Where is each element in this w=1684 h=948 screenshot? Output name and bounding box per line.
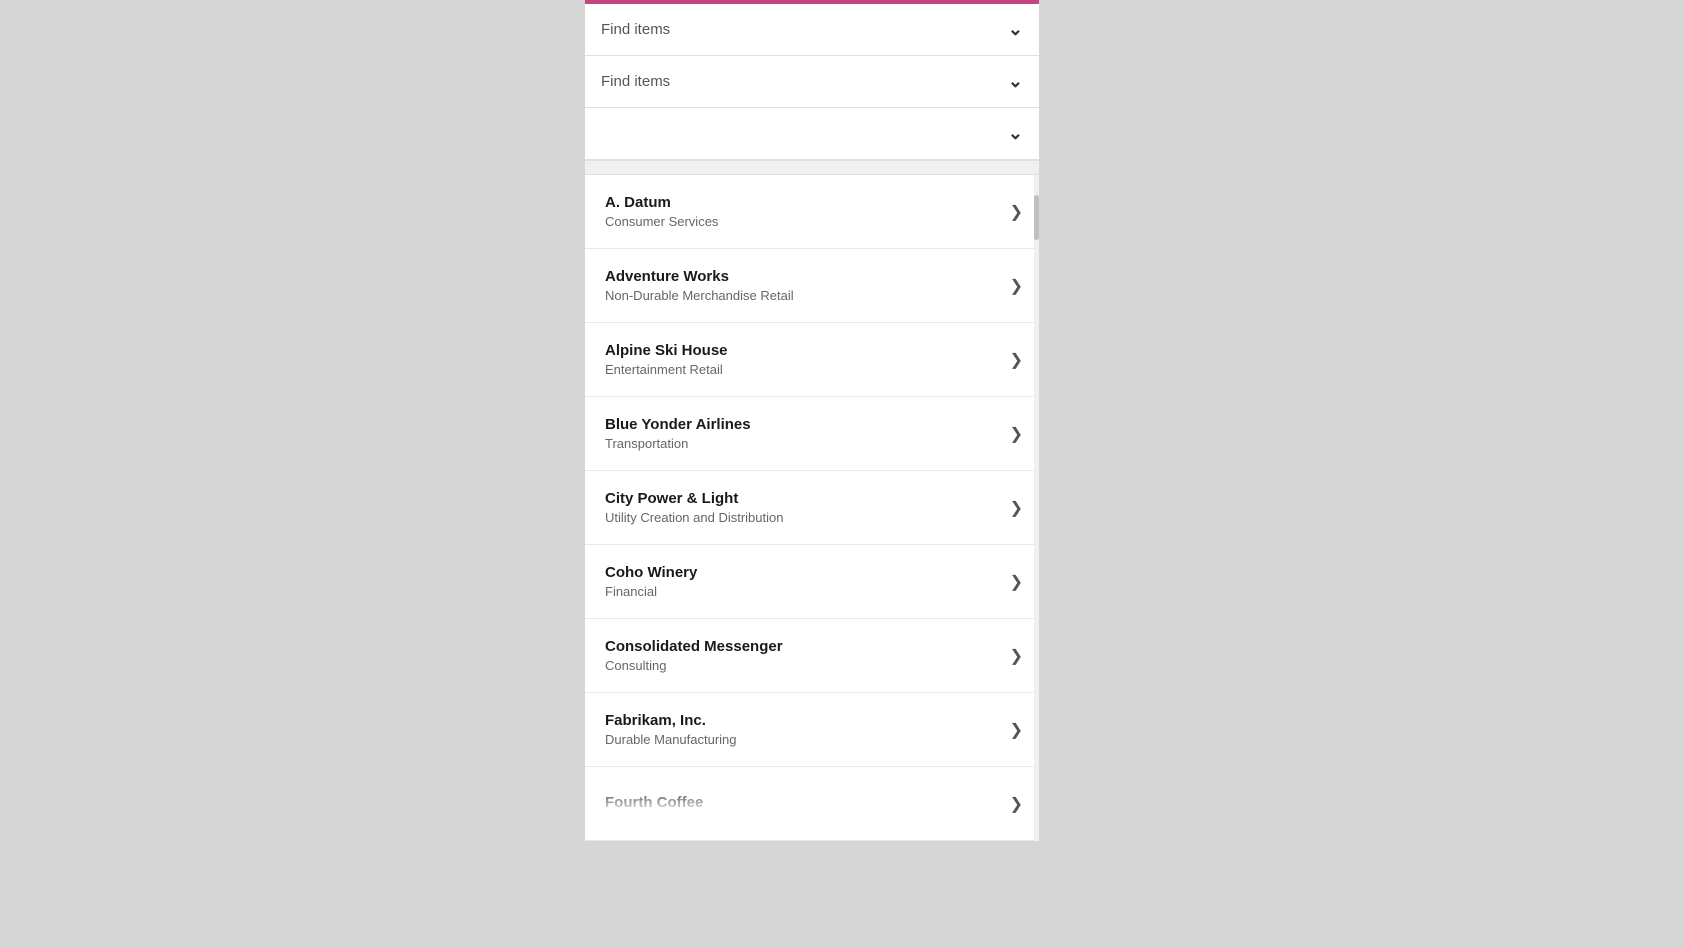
list-item-subtitle-fabrikam-inc: Durable Manufacturing	[605, 732, 1002, 747]
list-item-title-adventure-works: Adventure Works	[605, 268, 1002, 285]
arrow-right-icon-alpine-ski-house: ❯	[1010, 350, 1023, 370]
list-item-subtitle-consolidated-messenger: Consulting	[605, 658, 1002, 673]
scrollbar-thumb[interactable]	[1034, 195, 1039, 240]
scrollbar-track	[1034, 175, 1039, 841]
list-item-subtitle-blue-yonder-airlines: Transportation	[605, 436, 1002, 451]
filter-row-3[interactable]: ⌄	[585, 108, 1039, 160]
list-item-content-fabrikam-inc: Fabrikam, Inc. Durable Manufacturing	[605, 712, 1002, 747]
list-item-content-adventure-works: Adventure Works Non-Durable Merchandise …	[605, 268, 1002, 303]
list-item-fabrikam-inc[interactable]: Fabrikam, Inc. Durable Manufacturing ❯	[585, 693, 1039, 767]
arrow-right-icon-fabrikam-inc: ❯	[1010, 720, 1023, 740]
list-item-content-coho-winery: Coho Winery Financial	[605, 564, 1002, 599]
list-item-content-a-datum: A. Datum Consumer Services	[605, 194, 1002, 229]
list-item-content-fourth-coffee: Fourth Coffee	[605, 794, 1002, 814]
arrow-right-icon-city-power-light: ❯	[1010, 498, 1023, 518]
list-item-content-consolidated-messenger: Consolidated Messenger Consulting	[605, 638, 1002, 673]
list-item-subtitle-adventure-works: Non-Durable Merchandise Retail	[605, 288, 1002, 303]
list-item-city-power-light[interactable]: City Power & Light Utility Creation and …	[585, 471, 1039, 545]
chevron-down-icon-2: ⌄	[1008, 71, 1023, 92]
list-item-title-alpine-ski-house: Alpine Ski House	[605, 342, 1002, 359]
arrow-right-icon-blue-yonder-airlines: ❯	[1010, 424, 1023, 444]
arrow-right-icon-coho-winery: ❯	[1010, 572, 1023, 592]
section-separator	[585, 161, 1039, 175]
list-item-title-fabrikam-inc: Fabrikam, Inc.	[605, 712, 1002, 729]
list-item-title-a-datum: A. Datum	[605, 194, 1002, 211]
filter-row-2[interactable]: Find items ⌄	[585, 56, 1039, 108]
list-item-title-city-power-light: City Power & Light	[605, 490, 1002, 507]
list-item-subtitle-alpine-ski-house: Entertainment Retail	[605, 362, 1002, 377]
filter-placeholder-2: Find items	[601, 73, 670, 90]
list-item-alpine-ski-house[interactable]: Alpine Ski House Entertainment Retail ❯	[585, 323, 1039, 397]
arrow-right-icon-a-datum: ❯	[1010, 202, 1023, 222]
list-item-fourth-coffee[interactable]: Fourth Coffee ❯	[585, 767, 1039, 841]
filter-section: Find items ⌄ Find items ⌄ ⌄	[585, 4, 1039, 161]
list-item-content-alpine-ski-house: Alpine Ski House Entertainment Retail	[605, 342, 1002, 377]
list-item-consolidated-messenger[interactable]: Consolidated Messenger Consulting ❯	[585, 619, 1039, 693]
list-item-adventure-works[interactable]: Adventure Works Non-Durable Merchandise …	[585, 249, 1039, 323]
arrow-right-icon-adventure-works: ❯	[1010, 276, 1023, 296]
filter-placeholder-1: Find items	[601, 21, 670, 38]
list-section: A. Datum Consumer Services ❯ Adventure W…	[585, 175, 1039, 841]
list-item-subtitle-coho-winery: Financial	[605, 584, 1002, 599]
list-item-title-coho-winery: Coho Winery	[605, 564, 1002, 581]
list-item-blue-yonder-airlines[interactable]: Blue Yonder Airlines Transportation ❯	[585, 397, 1039, 471]
filter-row-1[interactable]: Find items ⌄	[585, 4, 1039, 56]
list-item-content-city-power-light: City Power & Light Utility Creation and …	[605, 490, 1002, 525]
list-item-content-blue-yonder-airlines: Blue Yonder Airlines Transportation	[605, 416, 1002, 451]
list-item-subtitle-city-power-light: Utility Creation and Distribution	[605, 510, 1002, 525]
main-container: Find items ⌄ Find items ⌄ ⌄ A. Datum Con…	[585, 0, 1039, 841]
chevron-down-icon-1: ⌄	[1008, 19, 1023, 40]
list-item-a-datum[interactable]: A. Datum Consumer Services ❯	[585, 175, 1039, 249]
arrow-right-icon-fourth-coffee: ❯	[1010, 794, 1023, 814]
list-item-coho-winery[interactable]: Coho Winery Financial ❯	[585, 545, 1039, 619]
chevron-down-icon-3: ⌄	[1008, 123, 1023, 144]
list-item-title-fourth-coffee: Fourth Coffee	[605, 794, 1002, 811]
list-item-title-consolidated-messenger: Consolidated Messenger	[605, 638, 1002, 655]
list-item-title-blue-yonder-airlines: Blue Yonder Airlines	[605, 416, 1002, 433]
list-item-subtitle-a-datum: Consumer Services	[605, 214, 1002, 229]
arrow-right-icon-consolidated-messenger: ❯	[1010, 646, 1023, 666]
